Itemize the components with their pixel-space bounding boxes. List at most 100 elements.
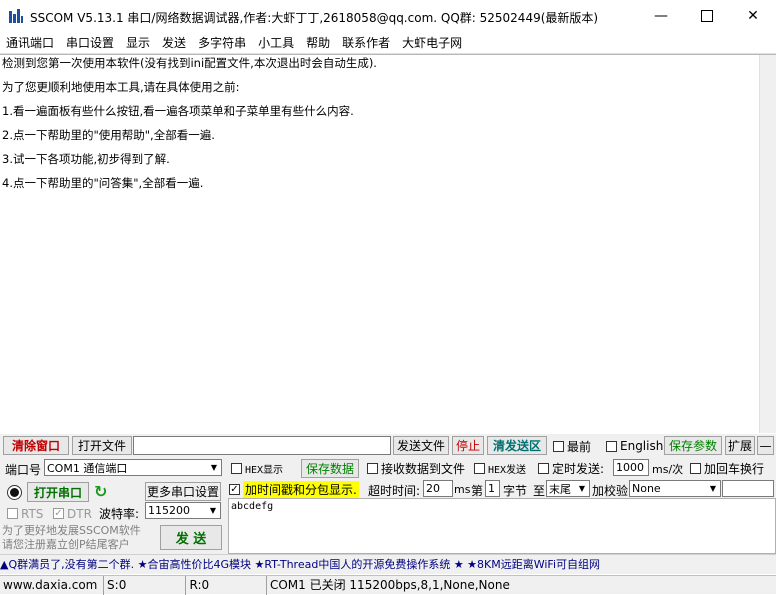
status-received-count: R:0 — [186, 575, 267, 595]
send-button[interactable]: 发 送 — [160, 525, 222, 550]
receive-scrollbar[interactable] — [759, 55, 776, 433]
to-select[interactable]: 末尾 ▼ — [546, 480, 590, 497]
menu-help[interactable]: 帮助 — [300, 32, 336, 54]
stop-button[interactable]: 停止 — [452, 436, 484, 455]
timeout-unit: ms — [454, 483, 471, 496]
status-sent-count: S:0 — [104, 575, 187, 595]
add-crlf-check[interactable] — [690, 462, 701, 474]
close-button[interactable]: ✕ — [730, 0, 776, 32]
chevron-down-icon: ▼ — [709, 484, 717, 493]
add-crlf-label: 加回车换行 — [704, 461, 765, 476]
hex-send-checkbox[interactable]: HEX发送 — [474, 461, 527, 476]
hex-send-label: HEX发送 — [488, 464, 527, 476]
collapse-button[interactable]: — — [757, 436, 774, 455]
menu-serial-settings[interactable]: 串口设置 — [60, 32, 120, 54]
interval-input[interactable]: 1000 — [613, 459, 649, 476]
file-path-input[interactable] — [133, 436, 391, 455]
status-bar: www.daxia.com S:0 R:0 COM1 已关闭 115200bps… — [0, 575, 776, 595]
add-crlf-checkbox[interactable]: 加回车换行 — [690, 461, 765, 476]
hex-send-check[interactable] — [474, 462, 485, 474]
checksum-select[interactable]: None ▼ — [629, 480, 721, 497]
menu-contact[interactable]: 联系作者 — [336, 32, 396, 54]
menu-bar: 通讯端口 串口设置 显示 发送 多字符串 小工具 帮助 联系作者 大虾电子网 — [0, 32, 776, 54]
port-select[interactable]: COM1 通信端口 ▼ — [44, 459, 222, 476]
title-bar: SSCOM V5.13.1 串口/网络数据调试器,作者:大虾丁丁,2618058… — [0, 0, 776, 32]
chevron-down-icon: ▼ — [578, 484, 586, 493]
timed-send-label: 定时发送: — [552, 461, 605, 476]
timeout-label: 超时时间: — [368, 484, 421, 498]
recv-to-file-check[interactable] — [367, 462, 378, 474]
timestamp-checkbox[interactable]: 加时间戳和分包显示. — [229, 481, 359, 498]
port-select-value: COM1 通信端口 — [47, 461, 128, 475]
clear-send-button[interactable]: 清发送区 — [487, 436, 547, 455]
send-text-area[interactable]: abcdefg — [228, 498, 776, 554]
menu-tools[interactable]: 小工具 — [252, 32, 300, 54]
interval-unit: ms/次 — [652, 463, 684, 476]
menu-daxia-site[interactable]: 大虾电子网 — [396, 32, 468, 54]
to-label: 至 — [533, 484, 546, 498]
announcement-marquee[interactable]: ▲Q群满员了,没有第二个群. ★合宙高性价比4G模块 ★RT-Thread中国人… — [0, 554, 776, 574]
send-file-button[interactable]: 发送文件 — [393, 436, 449, 455]
clear-window-button[interactable]: 清除窗口 — [3, 436, 69, 455]
refresh-icon[interactable]: ↻ — [94, 483, 112, 501]
topmost-checkbox[interactable]: 最前 — [553, 438, 591, 454]
byte-prefix: 第 — [471, 484, 484, 498]
english-check[interactable] — [606, 440, 617, 452]
rts-check[interactable] — [7, 508, 18, 519]
status-port-info: COM1 已关闭 115200bps,8,1,None,None — [269, 577, 510, 592]
dtr-checkbox[interactable]: DTR — [53, 507, 92, 521]
chevron-down-icon: ▼ — [209, 506, 217, 515]
timed-send-checkbox[interactable]: 定时发送: — [538, 461, 605, 476]
menu-multi-string[interactable]: 多字符串 — [192, 32, 252, 54]
checksum-extra-field[interactable] — [722, 480, 774, 497]
receive-line: 4.点一下帮助里的"问答集",全部看一遍. — [2, 176, 204, 190]
topmost-check[interactable] — [553, 440, 564, 452]
baud-select-value: 115200 — [148, 504, 190, 517]
baud-label: 波特率: — [99, 507, 140, 521]
dtr-check[interactable] — [53, 508, 64, 519]
recv-to-file-checkbox[interactable]: 接收数据到文件 — [367, 461, 465, 476]
promo-text: 为了更好地发展SSCOM软件 请您注册嘉立创P结尾客户 — [2, 524, 160, 552]
open-port-button[interactable]: 打开串口 — [27, 482, 89, 502]
checksum-select-value: None — [632, 482, 661, 495]
topmost-label: 最前 — [567, 439, 592, 454]
receive-line: 1.看一遍面板有些什么按钮,看一遍各项菜单和子菜单里有些什么内容. — [2, 104, 354, 118]
english-label: English — [620, 439, 664, 453]
minimize-button[interactable]: — — [638, 0, 684, 32]
receive-line: 2.点一下帮助里的"使用帮助",全部看一遍. — [2, 128, 215, 142]
timestamp-check[interactable] — [229, 484, 240, 495]
byte-index-input[interactable]: 1 — [485, 480, 500, 497]
byte-label: 字节 — [503, 484, 528, 498]
hex-display-checkbox[interactable]: HEX显示 — [231, 461, 284, 476]
status-website[interactable]: www.daxia.com — [0, 575, 105, 595]
menu-display[interactable]: 显示 — [120, 32, 156, 54]
maximize-button[interactable] — [684, 0, 730, 32]
hex-display-check[interactable] — [231, 462, 242, 474]
more-settings-button[interactable]: 更多串口设置 — [145, 482, 221, 501]
receive-text-area[interactable]: 检测到您第一次使用本软件(没有找到ini配置文件,本次退出时会自动生成). 为了… — [0, 54, 776, 434]
promo-line-1: 为了更好地发展SSCOM软件 — [2, 524, 141, 537]
save-params-button[interactable]: 保存参数 — [664, 436, 722, 455]
close-icon: ✕ — [747, 8, 759, 24]
baud-select[interactable]: 115200 ▼ — [145, 502, 221, 519]
receive-line: 3.试一下各项功能,初步得到了解. — [2, 152, 170, 166]
timed-send-check[interactable] — [538, 462, 549, 474]
chevron-down-icon: ▼ — [210, 463, 218, 472]
receive-line: 检测到您第一次使用本软件(没有找到ini配置文件,本次退出时会自动生成). — [2, 56, 377, 70]
rts-label: RTS — [21, 506, 44, 521]
save-data-button[interactable]: 保存数据 — [301, 459, 359, 478]
checksum-label: 加校验 — [592, 484, 629, 498]
hex-display-label: HEX显示 — [245, 464, 284, 476]
expand-button[interactable]: 扩展 — [725, 436, 755, 455]
send-text: abcdefg — [231, 501, 274, 512]
receive-line: 为了您更顺利地使用本工具,请在具体使用之前: — [2, 80, 240, 94]
port-label: 端口号 — [5, 463, 42, 477]
sscom-logo-icon — [8, 8, 24, 24]
menu-send[interactable]: 发送 — [156, 32, 192, 54]
rts-checkbox[interactable]: RTS — [7, 506, 44, 521]
menu-comm-port[interactable]: 通讯端口 — [0, 32, 60, 54]
open-file-button[interactable]: 打开文件 — [72, 436, 132, 455]
english-checkbox[interactable]: English — [606, 438, 663, 454]
maximize-icon — [701, 10, 713, 22]
timeout-input[interactable]: 20 — [423, 480, 453, 497]
